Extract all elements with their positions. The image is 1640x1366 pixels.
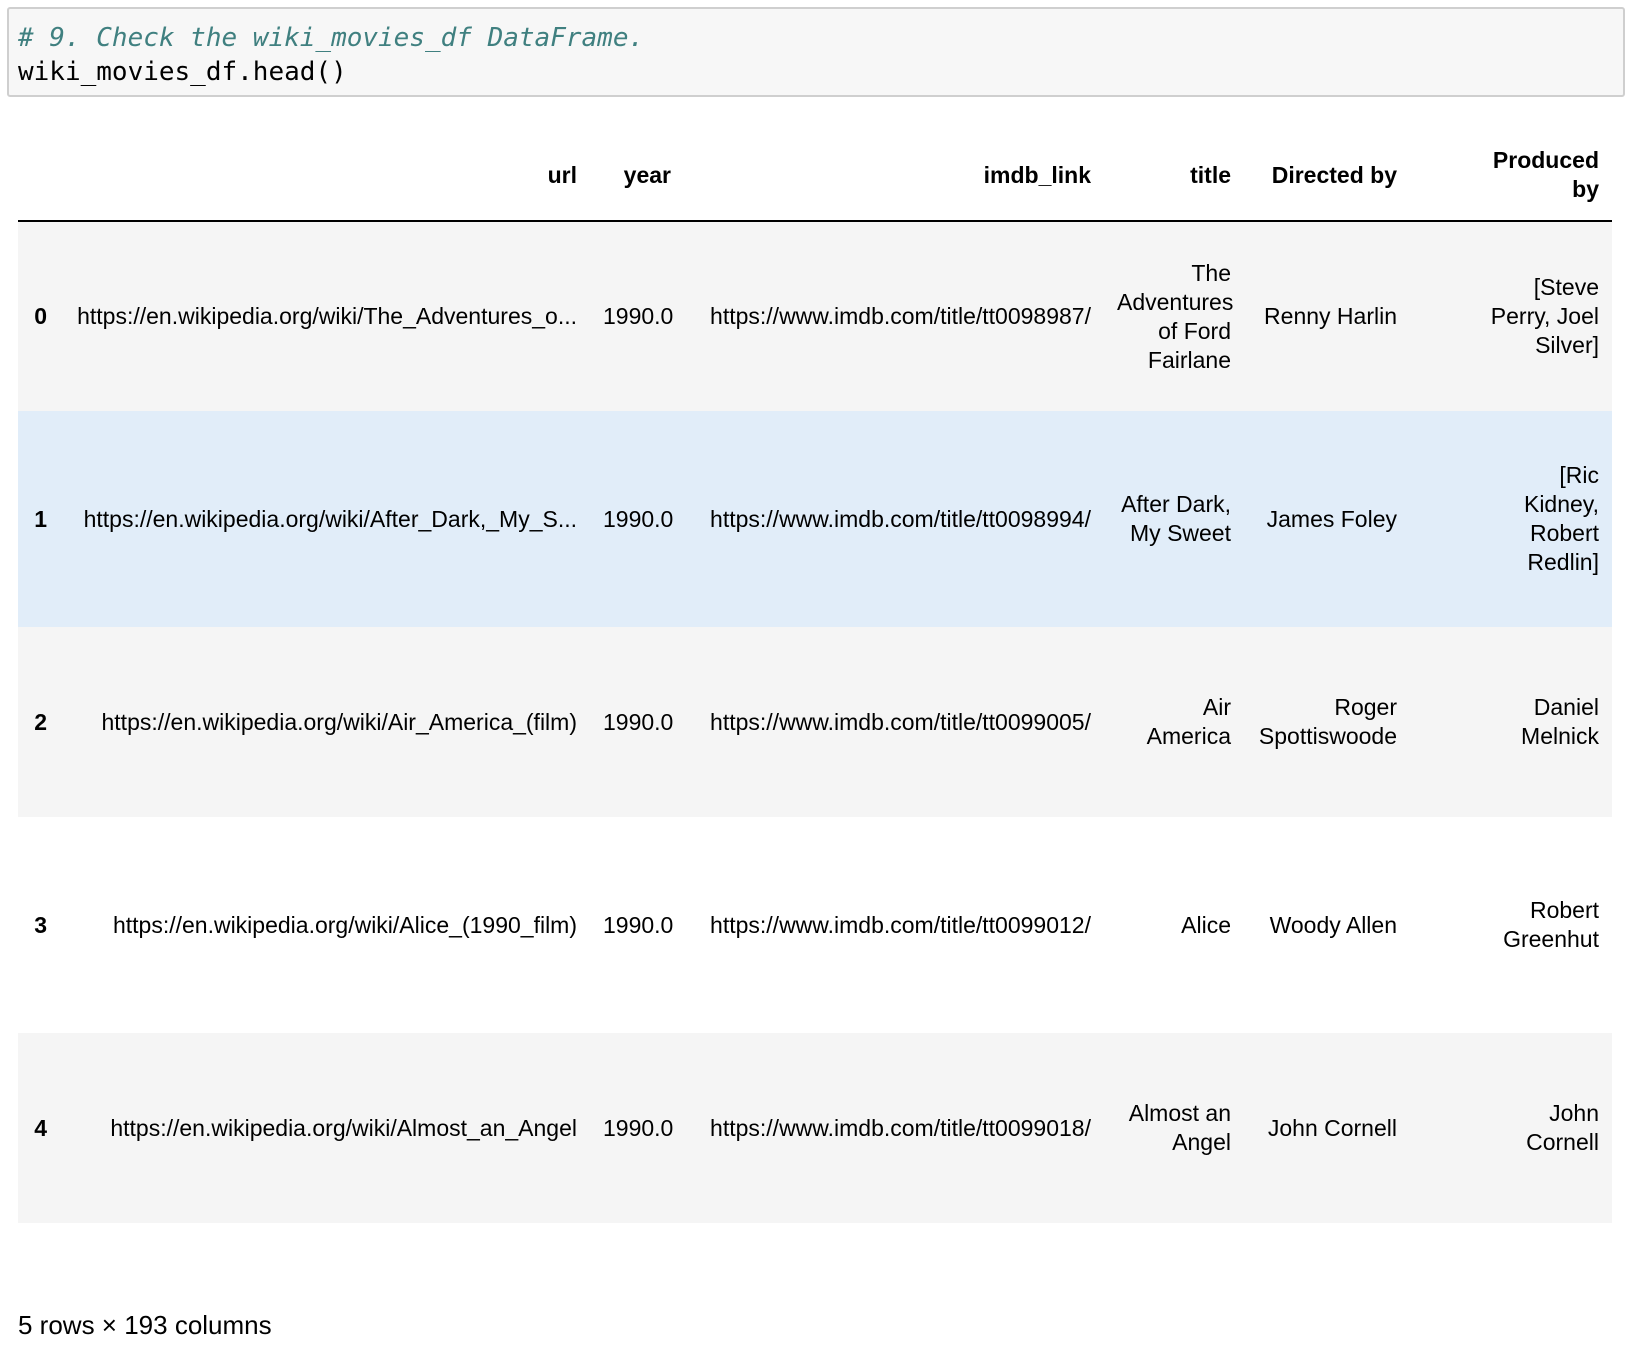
table-header-row: url year imdb_link title Directed by Pro… xyxy=(18,130,1612,222)
cell-title: Air America xyxy=(1146,694,1231,749)
cell-produced-by: [Ric Kidney, Robert Redlin] xyxy=(1523,462,1599,575)
cell-produced-by: Robert Greenhut xyxy=(1503,897,1599,952)
column-header-directed-by: Directed by xyxy=(1244,130,1410,222)
row-index: 4 xyxy=(34,1114,47,1141)
cell-directed-by: John Cornell xyxy=(1267,1114,1397,1141)
table-row: 2 https://en.wikipedia.org/wiki/Air_Amer… xyxy=(18,627,1612,817)
cell-year: 1990.0 xyxy=(603,708,674,735)
code-comment: # 9. Check the wiki_movies_df DataFrame. xyxy=(18,23,645,53)
dataframe-table: url year imdb_link title Directed by Pro… xyxy=(18,130,1612,1223)
column-header-index xyxy=(18,130,60,222)
cell-title: Alice xyxy=(1181,911,1231,938)
code-cell[interactable]: # 9. Check the wiki_movies_df DataFrame.… xyxy=(7,7,1625,97)
cell-produced-by: [Steve Perry, Joel Silver] xyxy=(1490,274,1599,358)
column-header-imdb-link: imdb_link xyxy=(684,130,1104,222)
cell-title: After Dark, My Sweet xyxy=(1121,491,1231,546)
cell-directed-by: Roger Spottiswoode xyxy=(1258,694,1397,749)
dataframe-shape-footer: 5 rows × 193 columns xyxy=(18,1310,272,1340)
cell-directed-by: James Foley xyxy=(1266,505,1397,532)
cell-title: Almost an Angel xyxy=(1128,1100,1231,1155)
cell-url: https://en.wikipedia.org/wiki/Almost_an_… xyxy=(110,1114,577,1141)
cell-url: https://en.wikipedia.org/wiki/The_Advent… xyxy=(77,303,577,329)
cell-imdb-link: https://www.imdb.com/title/tt0099005/ xyxy=(710,708,1091,735)
cell-imdb-link: https://www.imdb.com/title/tt0099012/ xyxy=(710,911,1091,938)
cell-imdb-link: https://www.imdb.com/title/tt0099018/ xyxy=(710,1114,1091,1141)
row-index: 2 xyxy=(34,708,47,735)
column-header-url: url xyxy=(60,130,590,222)
cell-year: 1990.0 xyxy=(603,303,674,329)
row-index: 0 xyxy=(34,303,47,329)
cell-url: https://en.wikipedia.org/wiki/Air_Americ… xyxy=(101,708,578,735)
row-index: 1 xyxy=(34,505,47,532)
cell-output: url year imdb_link title Directed by Pro… xyxy=(18,130,1612,1223)
column-header-year: year xyxy=(590,130,684,222)
cell-produced-by: Daniel Melnick xyxy=(1521,694,1599,749)
code-line: wiki_movies_df.head() xyxy=(18,57,347,87)
cell-url: https://en.wikipedia.org/wiki/Alice_(199… xyxy=(112,911,577,938)
row-index: 3 xyxy=(34,911,47,938)
cell-directed-by: Renny Harlin xyxy=(1264,303,1397,329)
table-row: 0 https://en.wikipedia.org/wiki/The_Adve… xyxy=(18,221,1612,411)
cell-year: 1990.0 xyxy=(603,1114,674,1141)
cell-directed-by: Woody Allen xyxy=(1269,911,1397,938)
column-header-produced-by: Produced by xyxy=(1410,130,1612,222)
table-row: 3 https://en.wikipedia.org/wiki/Alice_(1… xyxy=(18,817,1612,1033)
cell-year: 1990.0 xyxy=(603,911,674,938)
table-row: 4 https://en.wikipedia.org/wiki/Almost_a… xyxy=(18,1033,1612,1223)
cell-imdb-link: https://www.imdb.com/title/tt0098994/ xyxy=(710,505,1091,532)
cell-year: 1990.0 xyxy=(603,505,674,532)
cell-url: https://en.wikipedia.org/wiki/After_Dark… xyxy=(83,505,577,532)
table-row: 1 https://en.wikipedia.org/wiki/After_Da… xyxy=(18,411,1612,627)
column-header-title: title xyxy=(1104,130,1244,222)
cell-imdb-link: https://www.imdb.com/title/tt0098987/ xyxy=(710,303,1091,329)
cell-title: The Adventures of Ford Fairlane xyxy=(1117,259,1234,373)
cell-produced-by: John Cornell xyxy=(1526,1100,1599,1155)
